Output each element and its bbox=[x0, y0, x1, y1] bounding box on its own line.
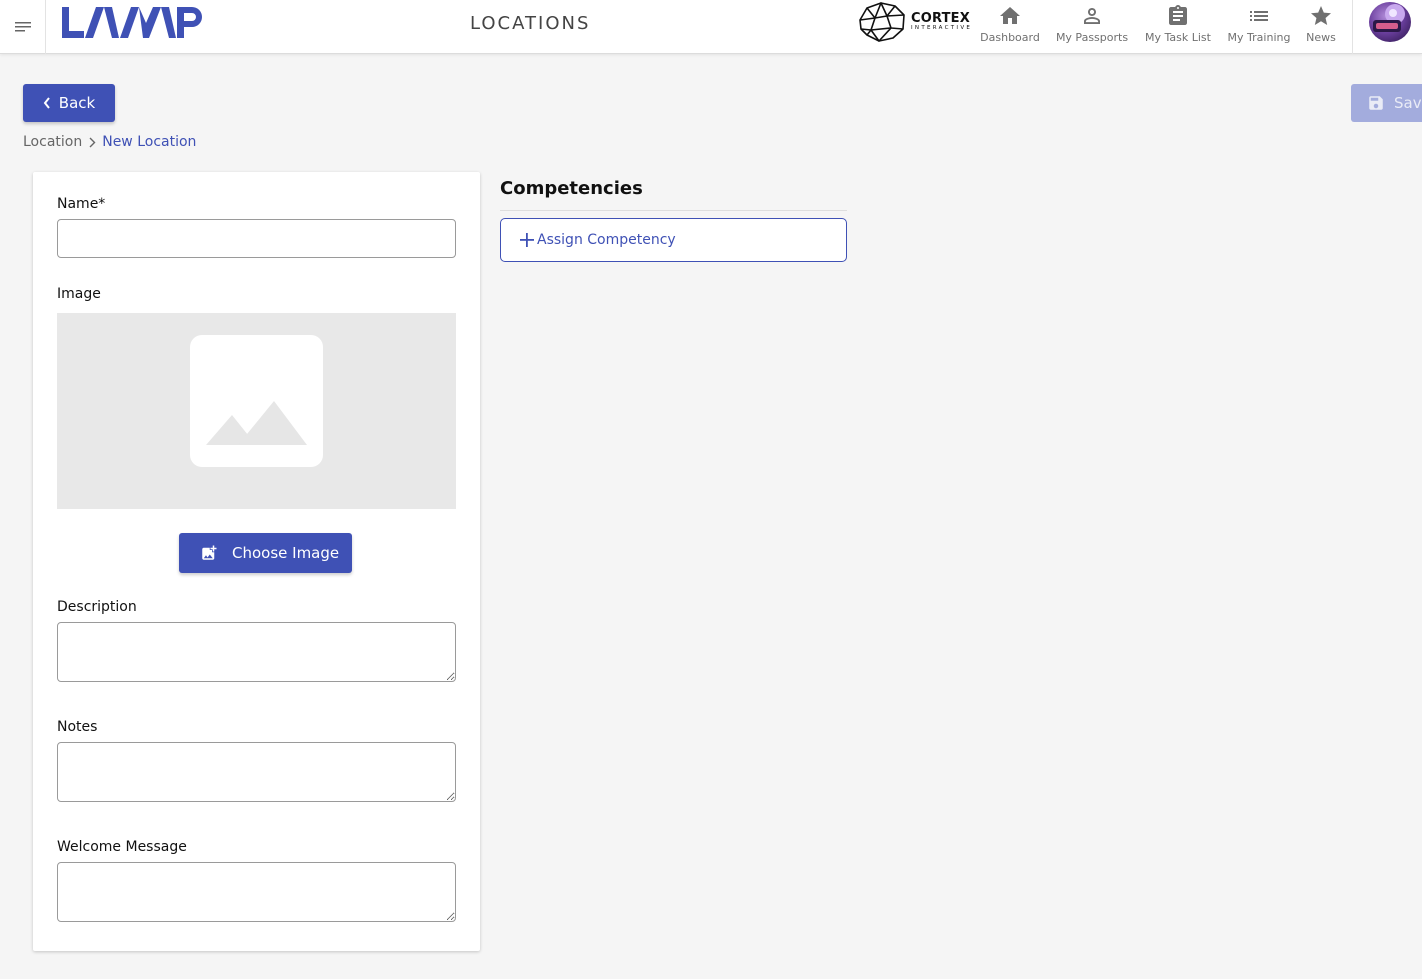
description-textarea[interactable] bbox=[57, 622, 456, 682]
competencies-divider bbox=[500, 210, 847, 211]
nav-label: Dashboard bbox=[980, 31, 1040, 44]
chevron-right-icon bbox=[89, 137, 96, 147]
assign-competency-button[interactable]: Assign Competency bbox=[500, 218, 847, 262]
choose-image-button[interactable]: Choose Image bbox=[179, 533, 352, 573]
image-preview bbox=[57, 313, 456, 509]
top-app-bar: LOCATIONS CORTEX INTERACTIVE Dashboard M… bbox=[0, 0, 1422, 54]
competencies-title: Competencies bbox=[500, 178, 643, 199]
name-label: Name* bbox=[57, 196, 106, 212]
name-input[interactable] bbox=[57, 219, 456, 258]
location-form-card: Name* Image Choose Image Description Not… bbox=[33, 172, 480, 951]
user-avatar[interactable] bbox=[1369, 2, 1411, 42]
breadcrumb-new-location: New Location bbox=[102, 134, 197, 150]
nav-label: My Passports bbox=[1055, 31, 1129, 44]
breadcrumb-location[interactable]: Location bbox=[23, 134, 82, 150]
cortex-logo: CORTEX INTERACTIVE bbox=[857, 2, 972, 42]
cortex-tagline: INTERACTIVE bbox=[911, 25, 973, 32]
cortex-brain-icon bbox=[859, 2, 905, 42]
menu-button[interactable] bbox=[0, 0, 46, 54]
lamp-logo[interactable] bbox=[60, 3, 205, 47]
image-label: Image bbox=[57, 286, 101, 302]
back-button[interactable]: Back bbox=[23, 84, 115, 122]
nav-my-training[interactable]: My Training bbox=[1224, 0, 1294, 54]
clipboard-icon bbox=[1169, 5, 1187, 25]
notes-textarea[interactable] bbox=[57, 742, 456, 802]
nav-news[interactable]: News bbox=[1302, 0, 1340, 54]
nav-label: My Training bbox=[1227, 31, 1291, 44]
chevron-left-icon bbox=[43, 97, 50, 109]
save-button[interactable]: Save bbox=[1351, 84, 1422, 122]
nav-my-task-list[interactable]: My Task List bbox=[1140, 0, 1216, 54]
description-label: Description bbox=[57, 599, 137, 615]
assign-competency-label: Assign Competency bbox=[537, 232, 676, 248]
add-photo-icon bbox=[202, 545, 217, 560]
cortex-name: CORTEX bbox=[911, 11, 970, 27]
welcome-message-label: Welcome Message bbox=[57, 839, 187, 855]
account-area bbox=[1352, 0, 1422, 54]
person-icon bbox=[1084, 8, 1100, 24]
home-icon bbox=[1000, 7, 1020, 24]
breadcrumb: Location New Location bbox=[23, 134, 196, 150]
choose-image-label: Choose Image bbox=[232, 544, 340, 562]
nav-dashboard[interactable]: Dashboard bbox=[977, 0, 1043, 54]
hamburger-menu-icon bbox=[14, 22, 31, 32]
plus-icon bbox=[520, 233, 534, 247]
image-placeholder-icon bbox=[190, 335, 323, 467]
star-icon bbox=[1311, 6, 1331, 25]
notes-label: Notes bbox=[57, 719, 98, 735]
floppy-disk-icon bbox=[1369, 96, 1383, 110]
welcome-message-textarea[interactable] bbox=[57, 862, 456, 922]
nav-label: News bbox=[1306, 31, 1336, 44]
page-title: LOCATIONS bbox=[470, 13, 591, 34]
save-button-label: Save bbox=[1394, 94, 1422, 112]
nav-my-passports[interactable]: My Passports bbox=[1052, 0, 1132, 54]
list-icon bbox=[1250, 11, 1268, 21]
back-button-label: Back bbox=[58, 94, 96, 112]
nav-label: My Task List bbox=[1145, 31, 1211, 44]
